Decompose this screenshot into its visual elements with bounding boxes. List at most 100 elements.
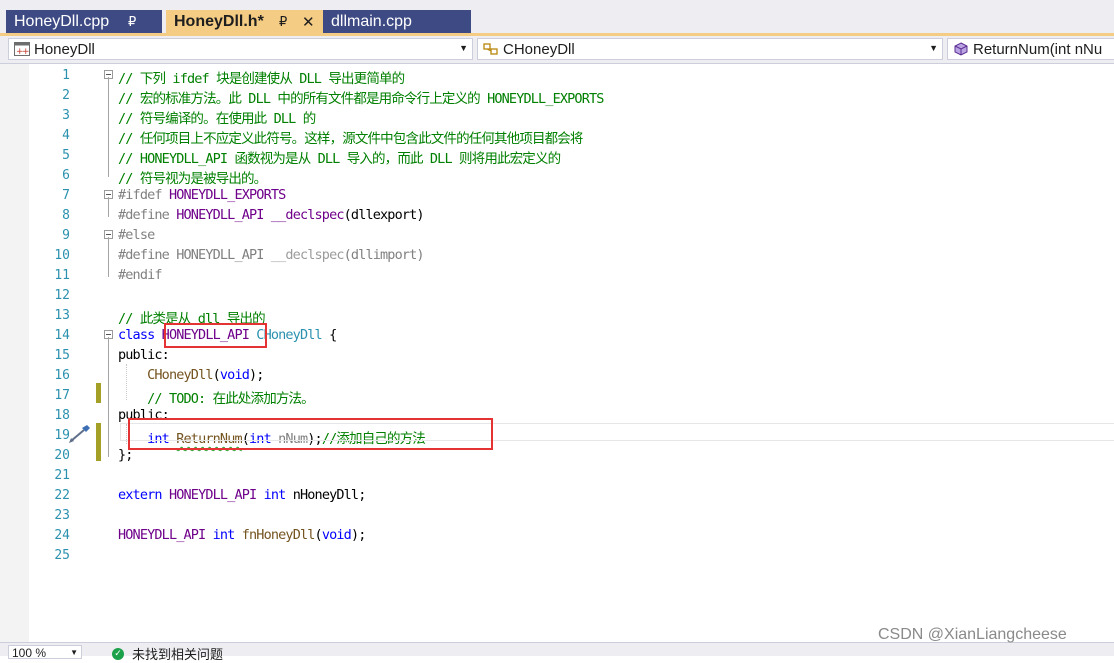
code-line[interactable]: 16 CHoneyDll(void);: [0, 366, 1114, 386]
chevron-down-icon: ▼: [929, 43, 938, 53]
code-text: // 符号视为是被导出的。: [118, 167, 267, 187]
code-token: (: [212, 367, 221, 383]
line-number: 19: [54, 428, 70, 443]
document-tab-strip: HoneyDll.cpp ₽ HoneyDll.h* ₽ ✕ dllmain.c…: [0, 0, 1114, 36]
line-number: 10: [54, 248, 70, 263]
quick-actions-icon[interactable]: [68, 424, 92, 444]
code-line[interactable]: 23: [0, 506, 1114, 526]
code-token: int: [263, 487, 293, 503]
code-line[interactable]: 2 // 宏的标准方法。此 DLL 中的所有文件都是用命令行上定义的 HONEYD…: [0, 86, 1114, 107]
code-line[interactable]: 8 #define HONEYDLL_API __declspec(dllexpo…: [0, 206, 1114, 226]
code-line[interactable]: 11 #endif: [0, 266, 1114, 286]
code-token: (dllimport): [343, 247, 425, 263]
check-circle-icon: ✓: [112, 647, 124, 660]
code-token: );: [350, 527, 366, 543]
zoom-dropdown[interactable]: 100 % ▼: [8, 645, 82, 660]
code-text: // 下列 ifdef 块是创建使从 DLL 导出更简单的: [118, 67, 405, 87]
code-token: nHoneyDll;: [292, 487, 367, 503]
code-line[interactable]: 25: [0, 546, 1114, 566]
code-token: #else: [118, 227, 155, 243]
issues-indicator[interactable]: ✓ 未找到相关问题: [112, 644, 223, 663]
code-token: // 下列 ifdef 块是创建使从 DLL 导出更简单的: [118, 71, 405, 87]
chevron-down-icon: ▼: [459, 43, 468, 53]
change-indicator: [96, 383, 101, 403]
line-number: 14: [54, 328, 70, 343]
code-text: public:: [118, 347, 170, 363]
code-line[interactable]: 21: [0, 466, 1114, 486]
code-text: extern HONEYDLL_API int nHoneyDll;: [118, 487, 367, 503]
line-number: 1: [62, 68, 70, 83]
code-line[interactable]: 4 // 任何项目上不应定义此符号。这样，源文件中包含此文件的任何其他项目都会将: [0, 126, 1114, 147]
code-token: int: [212, 527, 242, 543]
code-line[interactable]: 3 // 符号编译的。在使用此 DLL 的: [0, 106, 1114, 127]
code-text: // 符号编译的。在使用此 DLL 的: [118, 107, 316, 127]
code-token: void: [219, 367, 250, 383]
code-text: // 宏的标准方法。此 DLL 中的所有文件都是用命令行上定义的 HONEYDL…: [118, 87, 604, 107]
tab-dllmain-cpp[interactable]: dllmain.cpp: [323, 10, 471, 33]
close-icon[interactable]: ✕: [302, 13, 315, 31]
code-text: // HONEYDLL_API 函数视为是从 DLL 导入的，而此 DLL 则将…: [118, 147, 561, 167]
tab-honeydll-h[interactable]: HoneyDll.h* ₽ ✕: [166, 10, 323, 33]
code-text: HONEYDLL_API int fnHoneyDll(void);: [118, 527, 366, 543]
line-number: 20: [54, 448, 70, 463]
code-token: // HONEYDLL_API 函数视为是从 DLL 导入的，而此 DLL 则将…: [118, 151, 561, 167]
cpp-project-icon: + +: [14, 42, 30, 56]
change-indicator: [96, 423, 101, 461]
code-text: CHoneyDll(void);: [118, 367, 264, 383]
tab-label: dllmain.cpp: [331, 12, 412, 30]
pin-icon[interactable]: ₽: [279, 14, 287, 30]
code-token: // 符号编译的。在使用此 DLL 的: [118, 111, 316, 127]
code-line[interactable]: 10 #define HONEYDLL_API __declspec(dllimp…: [0, 246, 1114, 266]
pin-icon[interactable]: ₽: [128, 14, 136, 30]
code-token: HONEYDLL_API: [118, 527, 213, 543]
code-line[interactable]: 17 // TODO: 在此处添加方法。: [0, 386, 1114, 407]
code-line[interactable]: 15 public:: [0, 346, 1114, 366]
line-number: 23: [54, 508, 70, 523]
code-token: :: [161, 347, 170, 363]
scope-name: CHoneyDll: [503, 40, 575, 58]
code-line[interactable]: 5 // HONEYDLL_API 函数视为是从 DLL 导入的，而此 DLL 则…: [0, 146, 1114, 167]
code-token: CHoneyDll: [147, 367, 213, 383]
code-text: #else: [118, 227, 155, 243]
line-number: 18: [54, 408, 70, 423]
code-text: #ifdef HONEYDLL_EXPORTS: [118, 187, 286, 203]
line-number: 5: [62, 148, 70, 163]
line-number: 17: [54, 388, 70, 403]
code-line[interactable]: 12: [0, 286, 1114, 306]
code-text: #define HONEYDLL_API __declspec(dllexpor…: [118, 207, 425, 223]
line-number: 3: [62, 108, 70, 123]
code-line[interactable]: 6 // 符号视为是被导出的。: [0, 166, 1114, 187]
chevron-down-icon: ▼: [70, 648, 78, 657]
code-token: // TODO: 在此处添加方法。: [118, 391, 315, 407]
code-token: HONEYDLL_API: [168, 487, 264, 503]
line-number: 16: [54, 368, 70, 383]
code-line[interactable]: 24 HONEYDLL_API int fnHoneyDll(void);: [0, 526, 1114, 546]
code-token: // 任何项目上不应定义此符号。这样，源文件中包含此文件的任何其他项目都会将: [118, 131, 583, 147]
project-name: HoneyDll: [34, 40, 95, 58]
scope-dropdown[interactable]: CHoneyDll ▼: [477, 38, 943, 60]
code-line[interactable]: 1 // 下列 ifdef 块是创建使从 DLL 导出更简单的: [0, 66, 1114, 87]
project-dropdown[interactable]: + + HoneyDll ▼: [8, 38, 473, 60]
member-dropdown[interactable]: ReturnNum(int nNu: [947, 38, 1114, 60]
line-number: 4: [62, 128, 70, 143]
line-number: 7: [62, 188, 70, 203]
code-line[interactable]: 9 #else: [0, 226, 1114, 246]
status-bar: 100 % ▼ ✓ 未找到相关问题: [0, 642, 1114, 662]
tab-label: HoneyDll.h*: [174, 12, 264, 30]
code-line[interactable]: 22 extern HONEYDLL_API int nHoneyDll;: [0, 486, 1114, 506]
code-line[interactable]: 7 #ifdef HONEYDLL_EXPORTS: [0, 186, 1114, 206]
line-number: 11: [54, 268, 70, 283]
code-token: class: [118, 327, 162, 343]
code-token: #define HONEYDLL_API: [118, 247, 271, 263]
code-text: #endif: [118, 267, 163, 283]
tab-honeydll-cpp[interactable]: HoneyDll.cpp ₽: [6, 10, 162, 33]
line-number: 24: [54, 528, 70, 543]
tab-label: HoneyDll.cpp: [14, 12, 110, 30]
zoom-level: 100 %: [12, 646, 47, 660]
line-number: 12: [54, 288, 70, 303]
code-token: public: [118, 347, 163, 363]
svg-text:+: +: [22, 47, 30, 56]
issues-text: 未找到相关问题: [132, 647, 224, 662]
line-number: 2: [62, 88, 70, 103]
